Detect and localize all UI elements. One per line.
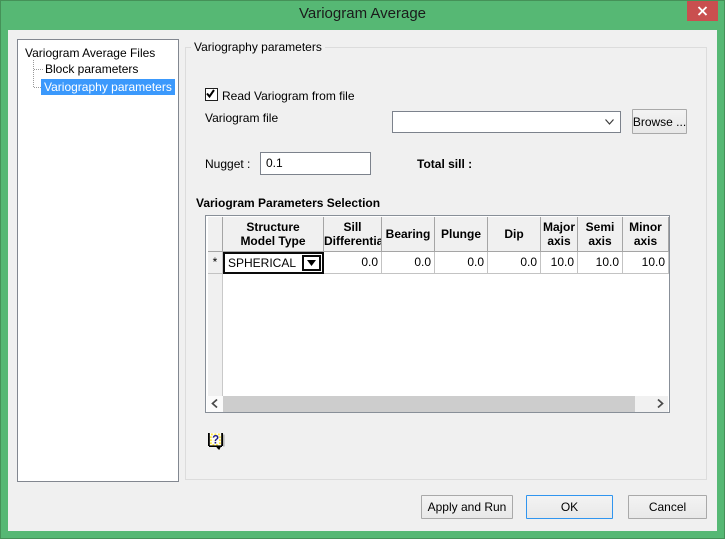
svg-text:?: ? <box>212 435 219 447</box>
